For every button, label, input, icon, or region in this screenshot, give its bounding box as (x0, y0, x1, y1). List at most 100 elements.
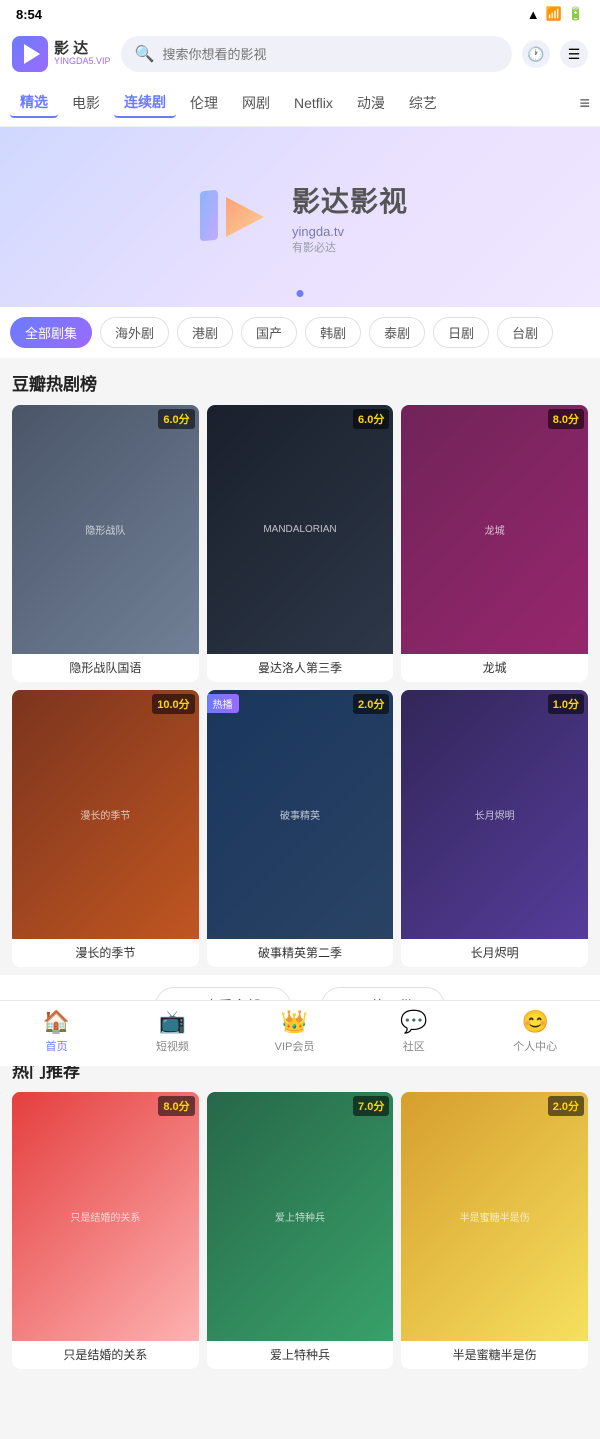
hot-card-2[interactable]: 爱上特种兵 7.0分 爱上特种兵 (207, 1092, 394, 1369)
filter-tag-korean[interactable]: 韩剧 (305, 317, 361, 348)
card-label-1: 隐形战队国语 (12, 654, 199, 682)
card-img-1: 隐形战队 (12, 405, 199, 654)
nav-item-wangju[interactable]: 网剧 (232, 89, 280, 117)
card-score-4: 10.0分 (152, 694, 194, 714)
logo-text: 影 达 YINGDA5.VIP (54, 41, 111, 67)
bottom-nav: 🏠 首页 📺 短视频 👑 VIP会员 💬 社区 😊 个人中心 (0, 1000, 600, 1066)
nav-item-lunli[interactable]: 伦理 (180, 89, 228, 117)
bottom-home-label: 首页 (46, 1038, 68, 1054)
douban-grid: 隐形战队 6.0分 隐形战队国语 MANDALORIAN 6.0分 曼达洛人第三… (12, 405, 588, 967)
banner-sub: yingda.tv (292, 224, 408, 239)
logo-icon (12, 36, 48, 72)
hot-score-3: 2.0分 (548, 1096, 584, 1116)
card-score-6: 1.0分 (548, 694, 584, 714)
hot-section: 热门推荐 只是结婚的关系 8.0分 只是结婚的关系 爱上特种兵 7.0分 爱上特… (0, 1045, 600, 1369)
banner[interactable]: 影达影视 yingda.tv 有影必达 (0, 127, 600, 307)
nav: 精选 电影 连续剧 伦理 网剧 Netflix 动漫 综艺 ≡ (0, 80, 600, 127)
home-icon: 🏠 (43, 1009, 70, 1035)
status-time: 8:54 (16, 7, 42, 22)
menu-icon[interactable]: ☰ (560, 40, 588, 68)
bottom-profile[interactable]: 😊 个人中心 (513, 1009, 557, 1054)
card-2[interactable]: MANDALORIAN 6.0分 曼达洛人第三季 (207, 405, 394, 682)
dot-1 (297, 290, 304, 297)
filter-tag-hk[interactable]: 港剧 (177, 317, 233, 348)
history-icon[interactable]: 🕐 (522, 40, 550, 68)
card-score-1: 6.0分 (158, 409, 194, 429)
bottom-home[interactable]: 🏠 首页 (43, 1009, 70, 1054)
card-label-6: 长月烬明 (401, 939, 588, 967)
nav-item-jingxuan[interactable]: 精选 (10, 88, 58, 118)
card-img-2: MANDALORIAN (207, 405, 394, 654)
hot-label-1: 只是结婚的关系 (12, 1341, 199, 1369)
filter-tag-japanese[interactable]: 日剧 (433, 317, 489, 348)
filter-tag-overseas[interactable]: 海外剧 (100, 317, 169, 348)
card-score-3: 8.0分 (548, 409, 584, 429)
card-4[interactable]: 漫长的季节 10.0分 漫长的季节 (12, 690, 199, 967)
bottom-profile-label: 个人中心 (513, 1038, 557, 1054)
nav-item-netflix[interactable]: Netflix (284, 91, 343, 115)
card-badge-5: 热播 (207, 694, 239, 713)
card-3[interactable]: 龙城 8.0分 龙城 (401, 405, 588, 682)
bottom-community[interactable]: 💬 社区 (400, 1009, 427, 1054)
hot-card-3[interactable]: 半是蜜糖半是伤 2.0分 半是蜜糖半是伤 (401, 1092, 588, 1369)
card-label-4: 漫长的季节 (12, 939, 199, 967)
banner-text: 影达影视 yingda.tv 有影必达 (292, 180, 408, 255)
logo: 影 达 YINGDA5.VIP (12, 36, 111, 72)
filter-tabs: 全部剧集 海外剧 港剧 国产 韩剧 泰剧 日剧 台剧 (0, 307, 600, 358)
banner-title: 影达影视 (292, 180, 408, 220)
video-icon: 📺 (159, 1009, 186, 1035)
douban-section: 豆瓣热剧榜 隐形战队 6.0分 隐形战队国语 MANDALORIAN 6.0分 … (0, 358, 600, 967)
status-icons: ▲ 📶 🔋 (527, 6, 584, 22)
hot-score-1: 8.0分 (158, 1096, 194, 1116)
logo-en: YINGDA5.VIP (54, 57, 111, 67)
card-label-3: 龙城 (401, 654, 588, 682)
banner-logo: 影达影视 yingda.tv 有影必达 (192, 177, 408, 257)
nav-item-lianjuju[interactable]: 连续剧 (114, 88, 176, 118)
hot-card-img-2: 爱上特种兵 (207, 1092, 394, 1341)
header-icons: 🕐 ☰ (522, 40, 588, 68)
hot-card-1[interactable]: 只是结婚的关系 8.0分 只是结婚的关系 (12, 1092, 199, 1369)
card-img-6: 长月烬明 (401, 690, 588, 939)
search-icon: 🔍 (135, 44, 155, 64)
hot-grid: 只是结婚的关系 8.0分 只是结婚的关系 爱上特种兵 7.0分 爱上特种兵 半是… (12, 1092, 588, 1369)
douban-section-title: 豆瓣热剧榜 (12, 370, 588, 395)
logo-play-icon (24, 44, 40, 64)
bottom-community-label: 社区 (403, 1038, 425, 1054)
card-img-4: 漫长的季节 (12, 690, 199, 939)
nav-more-icon[interactable]: ≡ (579, 93, 590, 114)
profile-icon: 😊 (521, 1009, 548, 1035)
bottom-vip-label: VIP会员 (275, 1038, 315, 1054)
nav-item-dongman[interactable]: 动漫 (347, 89, 395, 117)
banner-svg-icon (192, 177, 272, 257)
filter-tag-thai[interactable]: 泰剧 (369, 317, 425, 348)
card-6[interactable]: 长月烬明 1.0分 长月烬明 (401, 690, 588, 967)
hot-score-2: 7.0分 (353, 1096, 389, 1116)
nav-item-zongyi[interactable]: 综艺 (399, 89, 447, 117)
header: 影 达 YINGDA5.VIP 🔍 🕐 ☰ (0, 28, 600, 80)
card-img-5: 破事精英 (207, 690, 394, 939)
search-bar[interactable]: 🔍 (121, 36, 512, 72)
nav-item-dianying[interactable]: 电影 (62, 89, 110, 117)
filter-tag-all[interactable]: 全部剧集 (10, 317, 92, 348)
card-1[interactable]: 隐形战队 6.0分 隐形战队国语 (12, 405, 199, 682)
banner-dots (297, 290, 304, 297)
filter-tag-domestic[interactable]: 国产 (241, 317, 297, 348)
hot-card-img-1: 只是结婚的关系 (12, 1092, 199, 1341)
card-label-5: 破事精英第二季 (207, 939, 394, 967)
search-input[interactable] (162, 47, 498, 62)
vip-icon: 👑 (281, 1009, 308, 1035)
card-5[interactable]: 破事精英 2.0分 热播 破事精英第二季 (207, 690, 394, 967)
bottom-video[interactable]: 📺 短视频 (156, 1009, 189, 1054)
bottom-video-label: 短视频 (156, 1038, 189, 1054)
card-score-5: 2.0分 (353, 694, 389, 714)
community-icon: 💬 (400, 1009, 427, 1035)
banner-sub2: 有影必达 (292, 239, 408, 255)
card-score-2: 6.0分 (353, 409, 389, 429)
filter-tag-taiwan[interactable]: 台剧 (497, 317, 553, 348)
card-label-2: 曼达洛人第三季 (207, 654, 394, 682)
status-bar: 8:54 ▲ 📶 🔋 (0, 0, 600, 28)
hot-label-3: 半是蜜糖半是伤 (401, 1341, 588, 1369)
bottom-vip[interactable]: 👑 VIP会员 (275, 1009, 315, 1054)
card-img-3: 龙城 (401, 405, 588, 654)
hot-label-2: 爱上特种兵 (207, 1341, 394, 1369)
